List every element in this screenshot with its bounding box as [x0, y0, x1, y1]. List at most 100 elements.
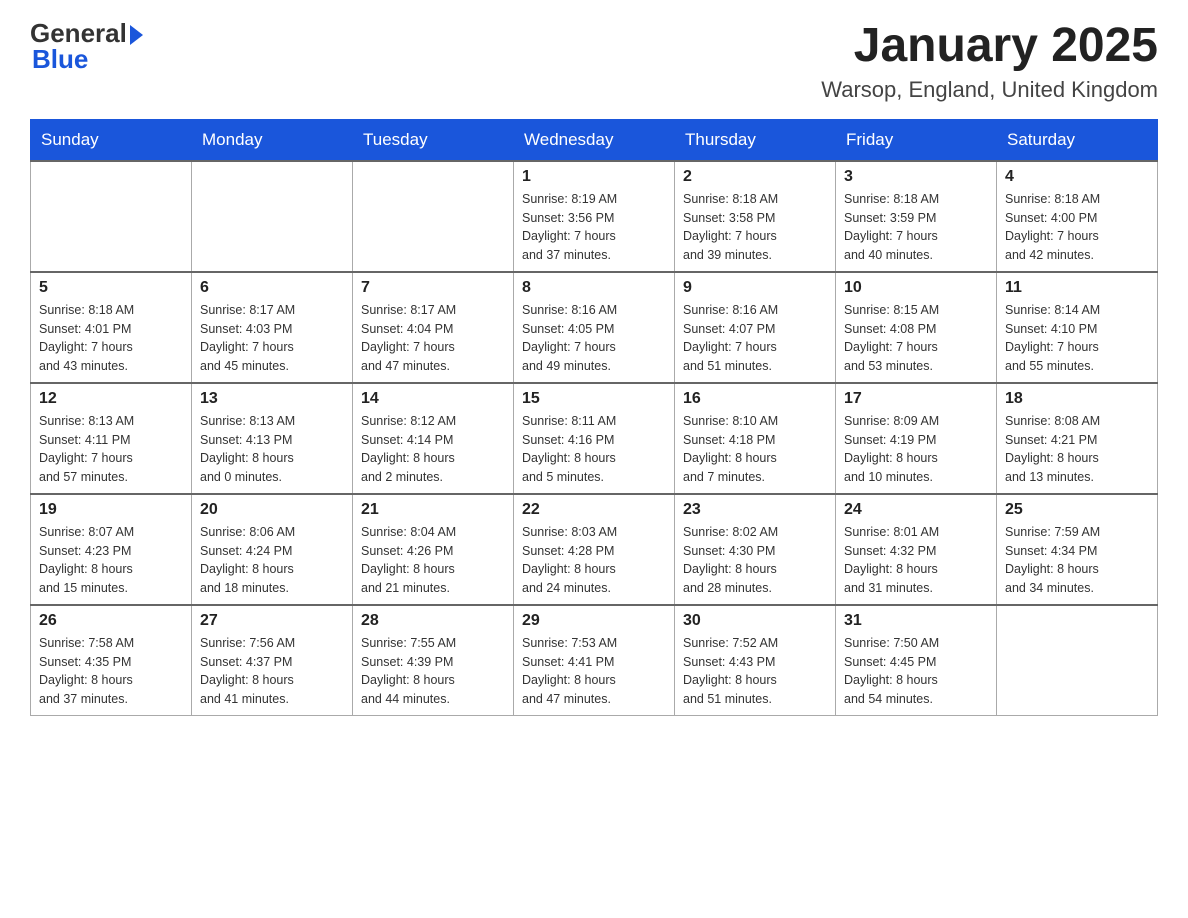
day-number: 3 [844, 168, 988, 186]
calendar-cell: 11 Sunrise: 8:14 AMSunset: 4:10 PMDayligh… [997, 272, 1158, 383]
day-info: Sunrise: 7:59 AMSunset: 4:34 PMDaylight:… [1005, 523, 1149, 598]
day-number: 11 [1005, 279, 1149, 297]
logo-blue-text: Blue [32, 44, 88, 74]
day-number: 9 [683, 279, 827, 297]
calendar-cell: 18Sunrise: 8:08 AMSunset: 4:21 PMDayligh… [997, 383, 1158, 494]
page-header: General Blue January 2025 Warsop, Englan… [30, 20, 1158, 103]
day-number: 12 [39, 390, 183, 408]
calendar-cell: 26 Sunrise: 7:58 AMSunset: 4:35 PMDayligh… [31, 605, 192, 716]
day-info: Sunrise: 8:15 AMSunset: 4:08 PMDaylight:… [844, 301, 988, 376]
calendar-header-row: Sunday Monday Tuesday Wednesday Thursday… [31, 119, 1158, 161]
calendar-cell: 3 Sunrise: 8:18 AMSunset: 3:59 PMDaylight… [836, 161, 997, 272]
col-friday: Friday [836, 119, 997, 161]
calendar-cell: 8 Sunrise: 8:16 AMSunset: 4:05 PMDaylight… [514, 272, 675, 383]
calendar-cell: 31 Sunrise: 7:50 AMSunset: 4:45 PMDayligh… [836, 605, 997, 716]
calendar-week-2: 12 Sunrise: 8:13 AMSunset: 4:11 PMDayligh… [31, 383, 1158, 494]
calendar-cell [353, 161, 514, 272]
day-info: Sunrise: 8:03 AMSunset: 4:28 PMDaylight:… [522, 523, 666, 598]
day-number: 23 [683, 501, 827, 519]
day-number: 4 [1005, 168, 1149, 186]
day-info: Sunrise: 8:17 AMSunset: 4:04 PMDaylight:… [361, 301, 505, 376]
day-info: Sunrise: 8:18 AMSunset: 3:58 PMDaylight:… [683, 190, 827, 265]
day-info: Sunrise: 8:13 AMSunset: 4:11 PMDaylight:… [39, 412, 183, 487]
calendar-week-1: 5 Sunrise: 8:18 AMSunset: 4:01 PMDaylight… [31, 272, 1158, 383]
day-number: 21 [361, 501, 505, 519]
calendar-table: Sunday Monday Tuesday Wednesday Thursday… [30, 119, 1158, 716]
calendar-cell: 7 Sunrise: 8:17 AMSunset: 4:04 PMDaylight… [353, 272, 514, 383]
calendar-cell: 24 Sunrise: 8:01 AMSunset: 4:32 PMDayligh… [836, 494, 997, 605]
day-number: 25 [1005, 501, 1149, 519]
day-info: Sunrise: 8:11 AMSunset: 4:16 PMDaylight:… [522, 412, 666, 487]
calendar-cell: 9 Sunrise: 8:16 AMSunset: 4:07 PMDaylight… [675, 272, 836, 383]
day-info: Sunrise: 7:55 AMSunset: 4:39 PMDaylight:… [361, 634, 505, 709]
day-info: Sunrise: 7:56 AMSunset: 4:37 PMDaylight:… [200, 634, 344, 709]
day-info: Sunrise: 8:19 AMSunset: 3:56 PMDaylight:… [522, 190, 666, 265]
calendar-cell: 13 Sunrise: 8:13 AMSunset: 4:13 PMDayligh… [192, 383, 353, 494]
day-number: 31 [844, 612, 988, 630]
day-number: 24 [844, 501, 988, 519]
day-info: Sunrise: 8:17 AMSunset: 4:03 PMDaylight:… [200, 301, 344, 376]
day-info: Sunrise: 8:08 AMSunset: 4:21 PMDaylight:… [1005, 412, 1149, 487]
calendar-cell [31, 161, 192, 272]
calendar-cell: 29 Sunrise: 7:53 AMSunset: 4:41 PMDayligh… [514, 605, 675, 716]
day-info: Sunrise: 8:01 AMSunset: 4:32 PMDaylight:… [844, 523, 988, 598]
calendar-week-4: 26 Sunrise: 7:58 AMSunset: 4:35 PMDayligh… [31, 605, 1158, 716]
day-info: Sunrise: 7:58 AMSunset: 4:35 PMDaylight:… [39, 634, 183, 709]
calendar-cell: 1 Sunrise: 8:19 AMSunset: 3:56 PMDaylight… [514, 161, 675, 272]
calendar-cell: 22 Sunrise: 8:03 AMSunset: 4:28 PMDayligh… [514, 494, 675, 605]
calendar-cell: 17 Sunrise: 8:09 AMSunset: 4:19 PMDayligh… [836, 383, 997, 494]
day-info: Sunrise: 8:12 AMSunset: 4:14 PMDaylight:… [361, 412, 505, 487]
day-number: 19 [39, 501, 183, 519]
logo: General Blue [30, 20, 143, 72]
day-info: Sunrise: 8:09 AMSunset: 4:19 PMDaylight:… [844, 412, 988, 487]
calendar-cell: 23 Sunrise: 8:02 AMSunset: 4:30 PMDayligh… [675, 494, 836, 605]
calendar-cell: 2 Sunrise: 8:18 AMSunset: 3:58 PMDaylight… [675, 161, 836, 272]
col-wednesday: Wednesday [514, 119, 675, 161]
day-number: 30 [683, 612, 827, 630]
calendar-cell: 25 Sunrise: 7:59 AMSunset: 4:34 PMDayligh… [997, 494, 1158, 605]
day-info: Sunrise: 7:53 AMSunset: 4:41 PMDaylight:… [522, 634, 666, 709]
calendar-week-3: 19Sunrise: 8:07 AMSunset: 4:23 PMDayligh… [31, 494, 1158, 605]
day-info: Sunrise: 8:14 AMSunset: 4:10 PMDaylight:… [1005, 301, 1149, 376]
day-number: 17 [844, 390, 988, 408]
day-info: Sunrise: 8:13 AMSunset: 4:13 PMDaylight:… [200, 412, 344, 487]
day-number: 22 [522, 501, 666, 519]
calendar-cell: 28 Sunrise: 7:55 AMSunset: 4:39 PMDayligh… [353, 605, 514, 716]
day-info: Sunrise: 7:52 AMSunset: 4:43 PMDaylight:… [683, 634, 827, 709]
logo-general-text: General [30, 20, 127, 46]
day-number: 5 [39, 279, 183, 297]
day-number: 20 [200, 501, 344, 519]
calendar-cell: 20 Sunrise: 8:06 AMSunset: 4:24 PMDayligh… [192, 494, 353, 605]
col-saturday: Saturday [997, 119, 1158, 161]
day-number: 26 [39, 612, 183, 630]
calendar-cell: 12 Sunrise: 8:13 AMSunset: 4:11 PMDayligh… [31, 383, 192, 494]
day-number: 8 [522, 279, 666, 297]
day-number: 13 [200, 390, 344, 408]
day-number: 7 [361, 279, 505, 297]
calendar-week-0: 1 Sunrise: 8:19 AMSunset: 3:56 PMDaylight… [31, 161, 1158, 272]
calendar-cell: 6Sunrise: 8:17 AMSunset: 4:03 PMDaylight… [192, 272, 353, 383]
logo-triangle-icon [130, 25, 143, 45]
day-info: Sunrise: 8:02 AMSunset: 4:30 PMDaylight:… [683, 523, 827, 598]
day-info: Sunrise: 8:18 AMSunset: 4:01 PMDaylight:… [39, 301, 183, 376]
calendar-cell: 10Sunrise: 8:15 AMSunset: 4:08 PMDayligh… [836, 272, 997, 383]
day-number: 1 [522, 168, 666, 186]
day-number: 27 [200, 612, 344, 630]
calendar-cell [192, 161, 353, 272]
day-number: 28 [361, 612, 505, 630]
day-info: Sunrise: 8:16 AMSunset: 4:05 PMDaylight:… [522, 301, 666, 376]
day-info: Sunrise: 8:16 AMSunset: 4:07 PMDaylight:… [683, 301, 827, 376]
calendar-title: January 2025 [821, 20, 1158, 73]
calendar-cell: 14 Sunrise: 8:12 AMSunset: 4:14 PMDayligh… [353, 383, 514, 494]
day-number: 2 [683, 168, 827, 186]
day-info: Sunrise: 8:06 AMSunset: 4:24 PMDaylight:… [200, 523, 344, 598]
day-number: 14 [361, 390, 505, 408]
day-info: Sunrise: 7:50 AMSunset: 4:45 PMDaylight:… [844, 634, 988, 709]
day-number: 29 [522, 612, 666, 630]
col-thursday: Thursday [675, 119, 836, 161]
col-sunday: Sunday [31, 119, 192, 161]
calendar-cell: 30 Sunrise: 7:52 AMSunset: 4:43 PMDayligh… [675, 605, 836, 716]
calendar-cell [997, 605, 1158, 716]
day-info: Sunrise: 8:18 AMSunset: 3:59 PMDaylight:… [844, 190, 988, 265]
calendar-cell: 19Sunrise: 8:07 AMSunset: 4:23 PMDayligh… [31, 494, 192, 605]
